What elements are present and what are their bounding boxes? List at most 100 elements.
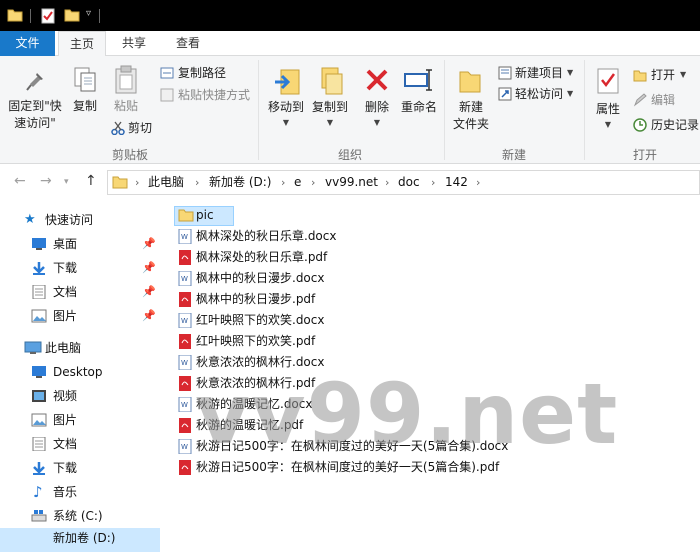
copy-path-button[interactable]: 复制路径 — [178, 63, 226, 83]
pin-icon[interactable]: 📌 — [142, 232, 156, 256]
nav-label: 图片 — [53, 413, 78, 427]
cut-button[interactable]: 剪切 — [128, 118, 152, 138]
new-folder-icon — [459, 71, 481, 93]
nav-item-music[interactable]: ♪ 音乐 — [0, 480, 160, 504]
quick-access-toolbar-chevron-icon[interactable]: ▿ — [86, 8, 91, 19]
nav-quick-access[interactable]: ★ 快速访问 — [0, 208, 160, 232]
new-item-icon — [498, 66, 512, 80]
nav-item-pictures-pc[interactable]: 图片 — [0, 408, 160, 432]
desktop-icon — [32, 238, 46, 250]
rename-button[interactable]: 重命名 — [398, 99, 440, 116]
svg-text:W: W — [181, 317, 188, 325]
nav-item-documents-pc[interactable]: 文档 — [0, 432, 160, 456]
file-name: 枫林中的秋日漫步.docx — [196, 271, 325, 285]
up-arrow-icon[interactable]: ↑ — [85, 173, 97, 189]
pin-icon[interactable]: 📌 — [142, 304, 156, 328]
breadcrumb-separator-icon[interactable]: › — [135, 171, 139, 194]
history-icon — [633, 118, 647, 132]
file-name: 枫林深处的秋日乐章.pdf — [196, 250, 328, 264]
easy-access-button[interactable]: 轻松访问 — [515, 84, 563, 104]
nav-label: 下载 — [53, 261, 78, 275]
new-folder-button[interactable]: 新建 文件夹 — [450, 99, 492, 133]
tab-view[interactable]: 查看 — [162, 31, 214, 56]
title-bar: ▿ — [0, 0, 700, 31]
group-separator — [444, 60, 445, 160]
breadcrumb-e[interactable]: e — [294, 171, 301, 194]
folder-icon[interactable] — [7, 8, 23, 22]
nav-item-downloads[interactable]: 下载 📌 — [0, 256, 160, 280]
nav-item-desktop[interactable]: 桌面 📌 — [0, 232, 160, 256]
nav-item-downloads-pc[interactable]: 下载 — [0, 456, 160, 480]
nav-item-drive-c[interactable]: 系统 (C:) — [0, 504, 160, 528]
open-button[interactable]: 打开 — [651, 65, 675, 85]
pdf-document-icon — [179, 250, 191, 265]
new-folder-icon[interactable] — [64, 8, 80, 22]
download-arrow-icon — [33, 262, 45, 275]
open-dropdown-icon[interactable]: ▼ — [680, 65, 686, 85]
word-document-icon: W — [178, 229, 192, 244]
nav-this-pc[interactable]: 此电脑 — [0, 336, 160, 360]
pdf-document-icon — [179, 334, 191, 349]
pdf-document-icon — [179, 418, 191, 433]
nav-label: 新加卷 (D:) — [53, 531, 116, 545]
history-button[interactable]: 历史记录 — [651, 115, 699, 135]
separator — [30, 9, 31, 23]
video-icon — [32, 390, 46, 402]
breadcrumb-separator-icon[interactable]: › — [311, 171, 315, 194]
tab-share[interactable]: 共享 — [110, 31, 158, 56]
file-name: 红叶映照下的欢笑.docx — [196, 313, 325, 327]
nav-item-pictures[interactable]: 图片 📌 — [0, 304, 160, 328]
address-bar[interactable]: › 此电脑 › 新加卷 (D:) › e › vv99.net › doc › … — [107, 170, 700, 195]
nav-item-desktop-pc[interactable]: Desktop — [0, 360, 160, 384]
system-drive-icon — [31, 510, 47, 522]
breadcrumb-vv99[interactable]: vv99.net — [325, 171, 378, 194]
properties-icon[interactable] — [40, 8, 56, 24]
breadcrumb-separator-icon[interactable]: › — [431, 171, 435, 194]
documents-icon — [32, 285, 46, 299]
word-document-icon: W — [178, 271, 192, 286]
pdf-document-icon — [179, 376, 191, 391]
breadcrumb-separator-icon[interactable]: › — [195, 171, 199, 194]
move-to-icon — [275, 69, 300, 95]
properties-dropdown-icon[interactable]: ▼ — [602, 116, 614, 133]
nav-label: 快速访问 — [45, 213, 94, 227]
breadcrumb-separator-icon[interactable]: › — [281, 171, 285, 194]
svg-text:W: W — [181, 359, 188, 367]
breadcrumb-separator-icon[interactable]: › — [385, 171, 389, 194]
pin-icon[interactable]: 📌 — [142, 256, 156, 280]
nav-item-videos[interactable]: 视频 — [0, 384, 160, 408]
pin-icon[interactable]: 📌 — [142, 280, 156, 304]
download-arrow-icon — [33, 462, 45, 475]
breadcrumb-separator-icon[interactable]: › — [476, 171, 480, 194]
breadcrumb-doc[interactable]: doc — [398, 171, 420, 194]
nav-label: 下载 — [53, 461, 78, 475]
back-arrow-icon[interactable]: ← — [14, 173, 26, 189]
clipboard-group-label: 剪贴板 — [111, 148, 148, 162]
recent-locations-chevron-icon[interactable]: ▾ — [64, 177, 69, 187]
watermark: vv99.net — [195, 365, 619, 463]
nav-item-documents[interactable]: 文档 📌 — [0, 280, 160, 304]
nav-item-drive-d[interactable]: 新加卷 (D:) — [0, 528, 160, 552]
copy-to-dropdown-icon[interactable]: ▼ — [324, 114, 336, 131]
new-item-dropdown-icon[interactable]: ▼ — [567, 63, 573, 83]
properties-icon — [597, 68, 619, 94]
pictures-icon — [31, 309, 47, 323]
breadcrumb-142[interactable]: 142 — [445, 171, 468, 194]
forward-arrow-icon[interactable]: → — [40, 173, 52, 189]
tab-file[interactable]: 文件 — [0, 31, 55, 56]
nav-label: Desktop — [53, 365, 103, 379]
scissors-icon — [111, 121, 125, 135]
edit-button[interactable]: 编辑 — [651, 90, 675, 110]
easy-access-dropdown-icon[interactable]: ▼ — [567, 84, 573, 104]
tab-home[interactable]: 主页 — [58, 31, 106, 57]
new-item-button[interactable]: 新建项目 — [515, 63, 563, 83]
nav-label: 文档 — [53, 437, 78, 451]
file-name: pic — [196, 208, 214, 222]
word-document-icon: W — [178, 439, 192, 454]
move-to-dropdown-icon[interactable]: ▼ — [280, 114, 292, 131]
pdf-document-icon — [179, 460, 191, 475]
breadcrumb-drive-d[interactable]: 新加卷 (D:) — [209, 171, 271, 194]
paste-shortcut-button[interactable]: 粘贴快捷方式 — [178, 85, 250, 105]
breadcrumb-this-pc[interactable]: 此电脑 — [148, 171, 184, 194]
delete-dropdown-icon[interactable]: ▼ — [371, 114, 383, 131]
